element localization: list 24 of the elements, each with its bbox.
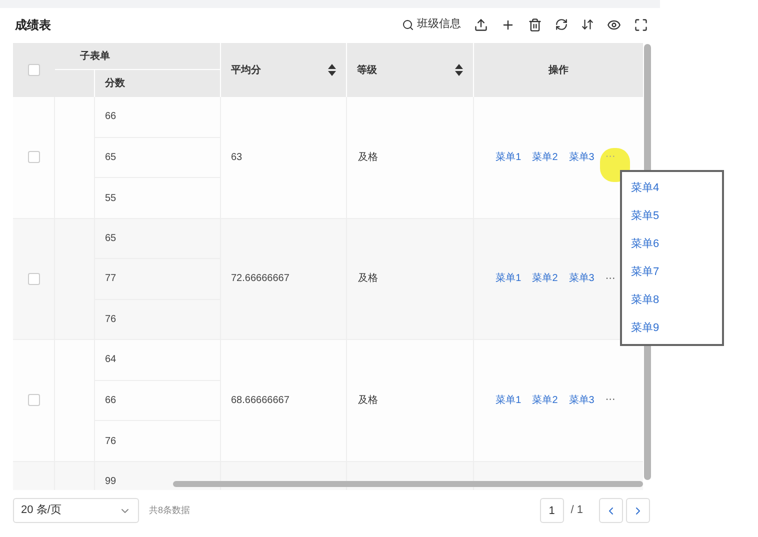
header-text: 分数 bbox=[105, 76, 125, 91]
score-text: 66 bbox=[105, 110, 116, 124]
header-text: 操作 bbox=[548, 64, 568, 78]
average-text: 63 bbox=[231, 150, 242, 165]
header-text: 平均分 bbox=[231, 64, 261, 78]
average-text: 68.66666667 bbox=[231, 394, 290, 408]
score-text: 55 bbox=[105, 192, 116, 206]
table-title: 成绩表 bbox=[15, 16, 51, 34]
header-text: 等级 bbox=[357, 64, 377, 78]
score-text: 77 bbox=[105, 272, 116, 286]
grade-text: 及格 bbox=[358, 272, 378, 286]
score-text: 76 bbox=[105, 434, 116, 449]
score-text: 65 bbox=[105, 150, 116, 165]
score-text: 76 bbox=[105, 313, 116, 328]
score-text: 99 bbox=[105, 475, 116, 490]
score-text: 65 bbox=[105, 232, 116, 246]
grade-text: 及格 bbox=[358, 150, 378, 165]
average-text: 72.66666667 bbox=[231, 272, 290, 286]
header-text: 子表单 bbox=[80, 50, 110, 64]
total-count: 共8条数据 bbox=[149, 504, 190, 517]
grade-text: 及格 bbox=[358, 394, 378, 408]
score-text: 66 bbox=[105, 394, 116, 408]
score-text: 64 bbox=[105, 353, 116, 368]
page-count: / 1 bbox=[570, 503, 583, 518]
